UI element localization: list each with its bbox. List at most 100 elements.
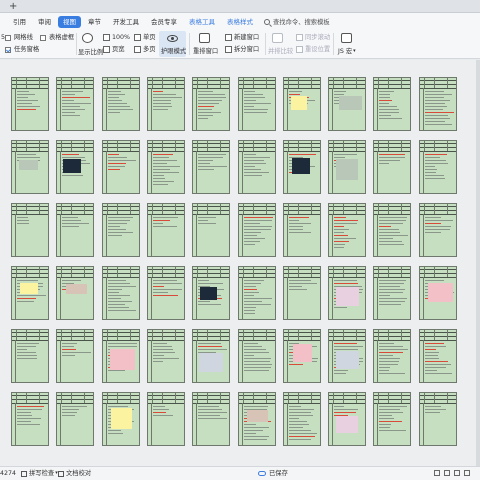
page-thumbnail[interactable] [101, 140, 140, 194]
sync-scroll-button[interactable]: 同步滚动 [296, 33, 330, 42]
save-status[interactable]: 已保存 [258, 469, 288, 478]
page-thumbnail[interactable] [282, 392, 321, 446]
task-pane-checkbox[interactable]: 任务窗格 [5, 45, 39, 54]
page-thumbnail[interactable] [328, 77, 367, 131]
rearrange-window-icon[interactable] [199, 33, 210, 43]
js-macro-button[interactable]: JS 宏 ▾ [338, 47, 356, 56]
js-macro-icon[interactable] [341, 33, 352, 43]
eye-view-icon[interactable] [434, 470, 440, 476]
page-thumbnail[interactable] [373, 77, 412, 131]
page-thumbnail[interactable] [146, 203, 185, 257]
page-thumbnail[interactable] [282, 77, 321, 131]
page-view-icon[interactable] [444, 470, 450, 476]
rearrange-window-button[interactable]: 重排窗口 [193, 47, 218, 56]
page-thumbnail[interactable] [56, 392, 95, 446]
page-thumbnail[interactable] [101, 392, 140, 446]
page-thumbnail[interactable] [11, 392, 49, 446]
page-thumbnail[interactable] [237, 392, 276, 446]
page-thumbnail[interactable] [146, 140, 185, 194]
page-thumbnail[interactable] [418, 77, 457, 131]
page-thumbnail[interactable] [11, 140, 49, 194]
outline-view-icon[interactable] [454, 470, 460, 476]
page-thumbnail[interactable] [418, 266, 457, 320]
menu-view[interactable]: 视图 [58, 15, 81, 28]
web-view-icon[interactable] [464, 470, 470, 476]
page-thumbnail[interactable] [56, 77, 95, 131]
page-width-button[interactable]: 页宽 [103, 45, 125, 54]
page-thumbnail[interactable] [328, 329, 367, 383]
page-thumbnail[interactable] [101, 203, 140, 257]
page-thumbnail[interactable] [146, 392, 185, 446]
page-thumbnail[interactable] [237, 203, 276, 257]
page-thumbnail[interactable] [237, 266, 276, 320]
page-thumbnail[interactable] [282, 329, 321, 383]
document-multi-page-view[interactable] [0, 60, 480, 466]
page-thumbnail[interactable] [101, 77, 140, 131]
page-thumbnail[interactable] [373, 329, 412, 383]
page-thumbnail[interactable] [146, 77, 185, 131]
page-thumbnail[interactable] [56, 140, 95, 194]
page-thumbnail[interactable] [373, 266, 412, 320]
table-gridlines-checkbox[interactable]: 表格虚框 [40, 33, 74, 42]
page-thumbnail[interactable] [192, 77, 231, 131]
page-thumbnail[interactable] [192, 329, 231, 383]
page-thumbnail[interactable] [11, 266, 49, 320]
page-thumbnail[interactable] [328, 392, 367, 446]
page-thumbnail[interactable] [328, 266, 367, 320]
single-page-button[interactable]: 单页 [134, 33, 156, 42]
page-thumbnail[interactable] [418, 203, 457, 257]
side-by-side-icon[interactable] [272, 33, 283, 43]
page-thumbnail[interactable] [192, 203, 231, 257]
page-thumbnail[interactable] [237, 329, 276, 383]
page-thumbnail[interactable] [11, 329, 49, 383]
page-thumbnail[interactable] [56, 203, 95, 257]
page-thumbnail[interactable] [11, 77, 49, 131]
page-thumbnail[interactable] [237, 77, 276, 131]
multi-page-button[interactable]: 多页 [134, 45, 156, 54]
new-tab-button[interactable]: + [9, 1, 17, 12]
menu-developer-tools[interactable]: 开发工具 [108, 16, 144, 28]
page-thumbnail[interactable] [146, 266, 185, 320]
side-by-side-button[interactable]: 并排比较 [268, 47, 293, 56]
page-text-line [243, 307, 256, 308]
page-thumbnail[interactable] [418, 329, 457, 383]
vertical-scrollbar[interactable] [476, 60, 480, 466]
zoom-100-button[interactable]: 100% [103, 33, 130, 42]
page-thumbnail[interactable] [11, 203, 49, 257]
page-thumbnail[interactable] [192, 392, 231, 446]
word-count[interactable]: 4274 [0, 469, 16, 478]
page-thumbnail[interactable] [192, 140, 231, 194]
page-thumbnail[interactable] [373, 203, 412, 257]
page-thumbnail[interactable] [101, 266, 140, 320]
page-thumbnail[interactable] [56, 266, 95, 320]
page-thumbnail[interactable] [418, 392, 457, 446]
spell-check-button[interactable]: 拼写检查 ▾ [21, 469, 58, 478]
page-thumbnail[interactable] [56, 329, 95, 383]
split-window-button[interactable]: 拆分窗口 [225, 45, 259, 54]
page-thumbnail[interactable] [328, 203, 367, 257]
page-thumbnail[interactable] [373, 140, 412, 194]
menu-member-exclusive[interactable]: 会员专享 [146, 16, 182, 28]
page-thumbnail[interactable] [146, 329, 185, 383]
gridlines-checkbox[interactable]: 网格线 [5, 33, 33, 42]
page-thumbnail[interactable] [101, 329, 140, 383]
page-thumbnail[interactable] [282, 140, 321, 194]
show-ratio-button[interactable]: 显示比例 [78, 48, 103, 57]
menu-review[interactable]: 审阅 [33, 16, 56, 28]
page-thumbnail[interactable] [282, 266, 321, 320]
menu-references[interactable]: 引用 [8, 16, 31, 28]
page-thumbnail[interactable] [373, 392, 412, 446]
page-thumbnail[interactable] [418, 140, 457, 194]
page-thumbnail[interactable] [192, 266, 231, 320]
zoom-icon[interactable] [82, 33, 93, 43]
page-thumbnail[interactable] [282, 203, 321, 257]
command-search[interactable]: 查找命令、搜索模板 [264, 17, 330, 26]
menu-sections[interactable]: 章节 [83, 16, 106, 28]
new-window-button[interactable]: 新建窗口 [225, 33, 259, 42]
page-thumbnail[interactable] [328, 140, 367, 194]
doc-proof-button[interactable]: 文档校对 [58, 469, 91, 478]
reset-position-button[interactable]: 重设位置 [296, 45, 330, 54]
menu-table-style[interactable]: 表格样式 [222, 16, 258, 28]
page-thumbnail[interactable] [237, 140, 276, 194]
menu-table-tools[interactable]: 表格工具 [184, 16, 220, 28]
